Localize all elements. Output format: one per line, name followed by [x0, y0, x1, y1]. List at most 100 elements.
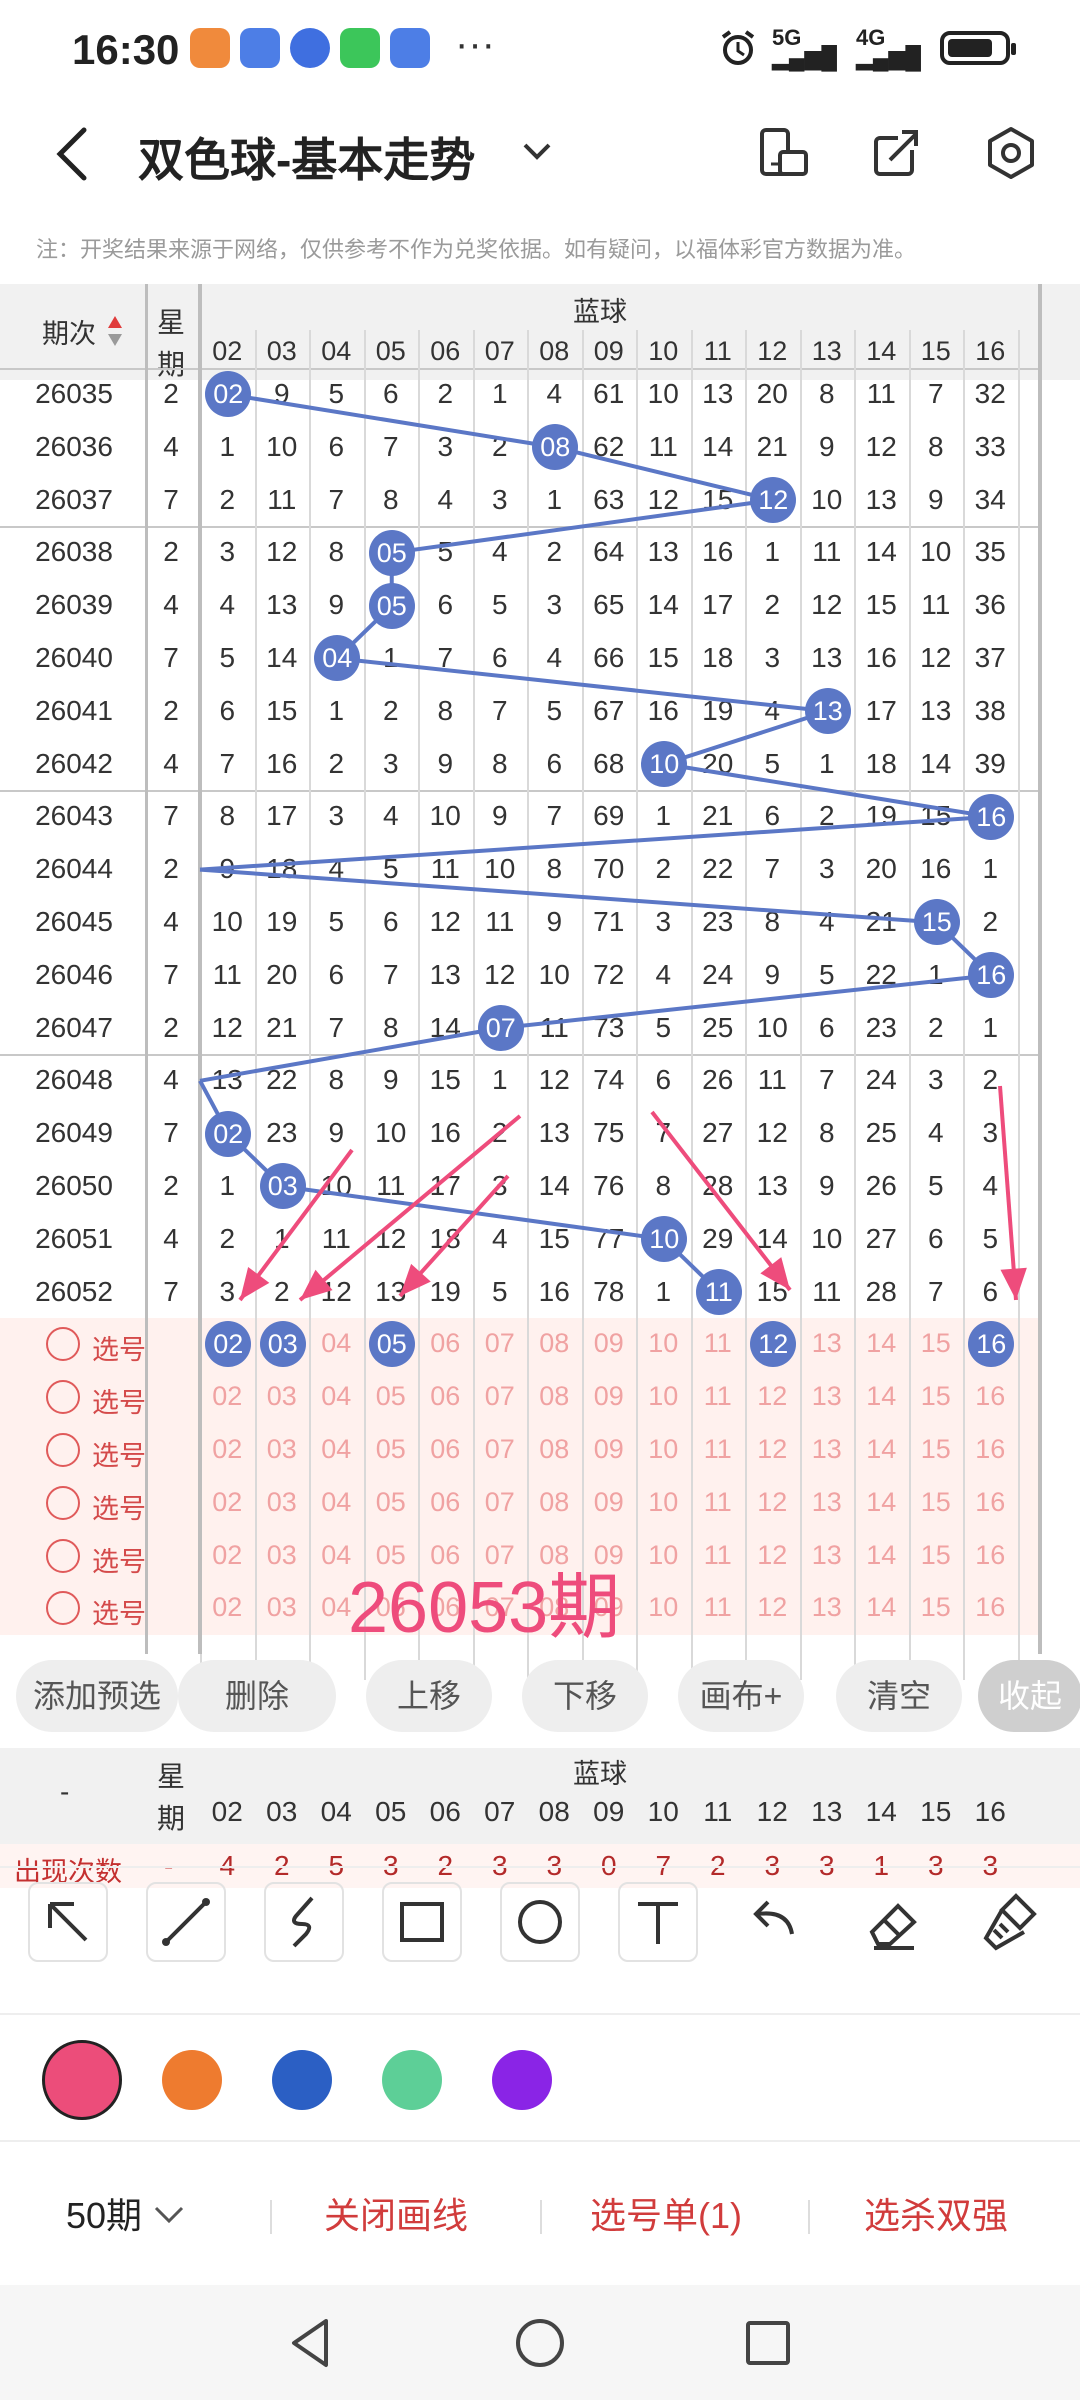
pick-number[interactable]: 10: [636, 1540, 691, 1571]
period-count-select[interactable]: 50期: [66, 2187, 186, 2239]
pick-number[interactable]: 13: [800, 1328, 855, 1359]
pick-number[interactable]: 09: [582, 1434, 637, 1465]
pen-color-swatch[interactable]: [382, 2050, 442, 2110]
settings-icon[interactable]: [982, 124, 1040, 182]
text-tool[interactable]: [618, 1882, 698, 1962]
pick-number[interactable]: 12: [745, 1434, 800, 1465]
delete-button[interactable]: 删除: [178, 1660, 336, 1732]
canvas-plus-button[interactable]: 画布+: [678, 1660, 804, 1732]
add-preselect-button[interactable]: 添加预选: [16, 1660, 178, 1732]
pick-number[interactable]: 14: [854, 1328, 909, 1359]
pick-number[interactable]: 08: [527, 1381, 582, 1412]
close-line-button[interactable]: 关闭画线: [324, 2187, 468, 2239]
pick-number[interactable]: 14: [854, 1540, 909, 1571]
pen-color-swatch[interactable]: [162, 2050, 222, 2110]
pick-number[interactable]: 02: [200, 1592, 255, 1623]
selected-pick-ball[interactable]: 03: [259, 1321, 306, 1368]
pick-row-radio[interactable]: [46, 1538, 80, 1573]
nav-recents-icon[interactable]: [738, 2313, 798, 2373]
pick-number[interactable]: 09: [582, 1487, 637, 1518]
pick-number[interactable]: 02: [200, 1540, 255, 1571]
pick-number[interactable]: 16: [963, 1487, 1018, 1518]
pick-number[interactable]: 16: [963, 1381, 1018, 1412]
rectangle-tool[interactable]: [382, 1882, 462, 1962]
pick-number[interactable]: 08: [527, 1487, 582, 1518]
pick-number[interactable]: 07: [473, 1487, 528, 1518]
pick-number[interactable]: 16: [963, 1540, 1018, 1571]
pick-number[interactable]: 14: [854, 1381, 909, 1412]
pick-row-radio[interactable]: [46, 1485, 80, 1520]
pick-number[interactable]: 04: [309, 1381, 364, 1412]
selected-pick-ball[interactable]: 05: [368, 1321, 415, 1368]
pick-number[interactable]: 11: [691, 1381, 746, 1412]
pick-number[interactable]: 07: [473, 1434, 528, 1465]
pick-row-radio[interactable]: [46, 1433, 80, 1467]
pick-number[interactable]: 11: [691, 1592, 746, 1623]
pick-number[interactable]: 08: [527, 1328, 582, 1359]
back-icon[interactable]: [48, 122, 98, 186]
chevron-down-icon[interactable]: [520, 134, 554, 168]
pick-number[interactable]: 10: [636, 1328, 691, 1359]
undo-icon[interactable]: [736, 1882, 816, 1962]
move-up-button[interactable]: 上移: [366, 1660, 492, 1732]
pick-number[interactable]: 11: [691, 1434, 746, 1465]
pick-list-button[interactable]: 选号单(1): [590, 2187, 742, 2239]
pick-number[interactable]: 03: [255, 1487, 310, 1518]
pick-number[interactable]: 11: [691, 1328, 746, 1359]
pick-number[interactable]: 05: [364, 1434, 419, 1465]
pick-number[interactable]: 03: [255, 1434, 310, 1465]
pick-number[interactable]: 12: [745, 1381, 800, 1412]
pick-number[interactable]: 06: [418, 1381, 473, 1412]
pick-number[interactable]: 16: [963, 1434, 1018, 1465]
pick-number[interactable]: 08: [527, 1434, 582, 1465]
pick-number[interactable]: 09: [582, 1381, 637, 1412]
pen-color-swatch[interactable]: [42, 2040, 122, 2120]
pick-number[interactable]: 14: [854, 1487, 909, 1518]
pick-number[interactable]: 03: [255, 1540, 310, 1571]
pick-number[interactable]: 15: [909, 1434, 964, 1465]
pick-number[interactable]: 02: [200, 1434, 255, 1465]
pick-number[interactable]: 10: [636, 1592, 691, 1623]
arrow-tool[interactable]: [28, 1882, 108, 1962]
pick-number[interactable]: 13: [800, 1540, 855, 1571]
pick-number[interactable]: 10: [636, 1487, 691, 1518]
pick-number[interactable]: 12: [745, 1540, 800, 1571]
pick-number[interactable]: 04: [309, 1487, 364, 1518]
eraser-icon[interactable]: [854, 1882, 934, 1962]
pick-number[interactable]: 11: [691, 1487, 746, 1518]
pick-number[interactable]: 02: [200, 1487, 255, 1518]
pick-number[interactable]: 05: [364, 1487, 419, 1518]
kill-pick-button[interactable]: 选杀双强: [864, 2187, 1008, 2239]
pick-number[interactable]: 16: [963, 1592, 1018, 1623]
pick-number[interactable]: 05: [364, 1381, 419, 1412]
pick-number[interactable]: 13: [800, 1381, 855, 1412]
pick-number[interactable]: 06: [418, 1487, 473, 1518]
pick-number[interactable]: 10: [636, 1381, 691, 1412]
pick-number[interactable]: 15: [909, 1540, 964, 1571]
pick-number[interactable]: 06: [418, 1434, 473, 1465]
line-tool[interactable]: [146, 1882, 226, 1962]
pick-number[interactable]: 07: [473, 1381, 528, 1412]
nav-back-icon[interactable]: [282, 2313, 342, 2373]
pick-number[interactable]: 13: [800, 1487, 855, 1518]
pick-number[interactable]: 03: [255, 1592, 310, 1623]
freehand-tool[interactable]: [264, 1882, 344, 1962]
pick-number[interactable]: 15: [909, 1592, 964, 1623]
pen-color-swatch[interactable]: [492, 2050, 552, 2110]
clear-brush-icon[interactable]: [972, 1882, 1052, 1962]
pick-number[interactable]: 09: [582, 1328, 637, 1359]
pick-number[interactable]: 07: [473, 1328, 528, 1359]
pick-number[interactable]: 06: [418, 1328, 473, 1359]
collapse-button[interactable]: 收起: [978, 1660, 1080, 1732]
share-icon[interactable]: [868, 124, 926, 182]
pick-number[interactable]: 14: [854, 1592, 909, 1623]
pick-number[interactable]: 15: [909, 1381, 964, 1412]
pick-number[interactable]: 04: [309, 1434, 364, 1465]
clear-button[interactable]: 清空: [836, 1660, 962, 1732]
pick-number[interactable]: 12: [745, 1592, 800, 1623]
pick-row-radio[interactable]: [46, 1380, 80, 1415]
period-column-header[interactable]: 期次: [42, 312, 96, 351]
pick-number[interactable]: 15: [909, 1328, 964, 1359]
pick-number[interactable]: 12: [745, 1487, 800, 1518]
nav-home-icon[interactable]: [510, 2313, 570, 2373]
